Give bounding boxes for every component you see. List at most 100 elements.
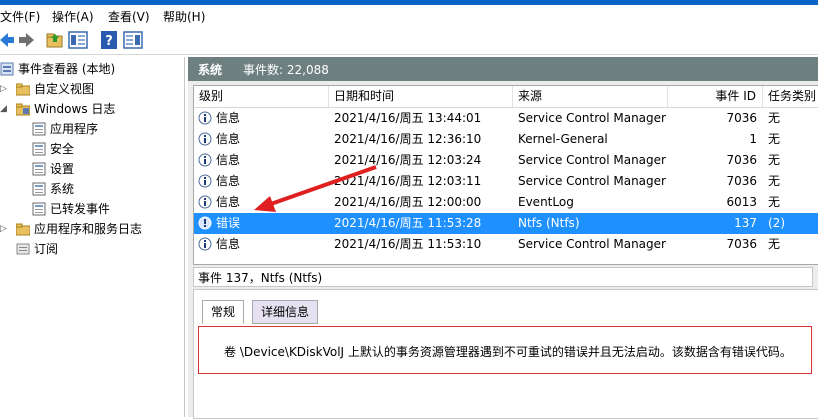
column-event-id[interactable]: 事件 ID [668,86,763,107]
column-task-category[interactable]: 任务类别 [763,86,818,107]
navigation-tree: 事件查看器 (本地) ▷ 自定义视图 ◢ Windows 日志 应用程序 安全 … [0,57,185,417]
tree-item-setup[interactable]: 设置 [32,159,74,179]
log-icon [32,142,46,156]
event-message-box: 卷 \Device\KDiskVolJ 上默认的事务资源管理器遇到不可重试的错误… [198,326,812,374]
back-icon[interactable] [0,30,14,50]
info-icon [198,132,212,146]
log-icon [32,182,46,196]
tab-details[interactable]: 详细信息 [252,300,319,324]
cell-datetime: 2021/4/16/周五 12:00:00 [334,195,482,209]
cell-event-id: 7036 [726,153,757,167]
info-icon [198,237,212,251]
show-action-pane-icon[interactable] [123,30,143,50]
cell-event-id: 7036 [726,111,757,125]
svg-text:?: ? [105,34,113,49]
table-row[interactable]: 信息 2021/4/16/周五 12:00:00 EventLog 6013 无 [194,192,818,213]
table-row[interactable]: 信息 2021/4/16/周五 12:36:10 Kernel-General … [194,129,818,150]
tab-general[interactable]: 常规 [202,300,245,324]
tree-item-label: 应用程序 [50,122,99,136]
expand-arrow-icon[interactable]: ▷ [0,219,7,239]
table-row[interactable]: 信息 2021/4/16/周五 13:44:01 Service Control… [194,108,818,129]
cell-source: Ntfs (Ntfs) [518,216,580,230]
folder-icon [15,102,31,116]
cell-task: 无 [768,153,781,167]
tree-item-label: 安全 [50,142,75,156]
cell-task: 无 [768,174,781,188]
error-icon [198,216,212,230]
menu-bar: 文件(F) 操作(A) 查看(V) 帮助(H) [0,5,818,27]
toolbar: ? [0,27,818,55]
tree-item-label: 自定义视图 [34,82,95,96]
menu-view[interactable]: 查看(V) [108,8,150,25]
event-viewer-icon [0,62,14,76]
tree-item-application[interactable]: 应用程序 [32,119,98,139]
tree-item-label: 应用程序和服务日志 [34,222,143,236]
folder-icon [15,222,31,236]
cell-level: 信息 [216,153,241,167]
event-detail-panel: 常规 详细信息 卷 \Device\KDiskVolJ 上默认的事务资源管理器遇… [193,289,818,419]
tree-item-label: 系统 [50,182,75,196]
table-row[interactable]: 信息 2021/4/16/周五 11:53:10 Service Control… [194,234,818,255]
up-folder-icon[interactable] [46,30,64,50]
column-datetime[interactable]: 日期和时间 [329,86,513,107]
tree-root[interactable]: 事件查看器 (本地) [0,59,115,79]
log-icon [32,202,46,216]
log-icon [32,122,46,136]
forward-icon[interactable] [18,30,34,50]
column-source[interactable]: 来源 [513,86,668,107]
cell-event-id: 1 [749,132,757,146]
cell-task: 无 [768,237,781,251]
tree-item-app-service-logs[interactable]: ▷ 应用程序和服务日志 [0,219,143,239]
cell-source: EventLog [518,195,574,209]
subscription-icon [16,242,30,256]
menu-file[interactable]: 文件(F) [0,8,40,25]
help-icon[interactable]: ? [100,30,118,50]
cell-datetime: 2021/4/16/周五 11:53:28 [334,216,482,230]
cell-datetime: 2021/4/16/周五 13:44:01 [334,111,482,125]
cell-datetime: 2021/4/16/周五 11:53:10 [334,237,482,251]
table-row[interactable]: 信息 2021/4/16/周五 12:03:24 Service Control… [194,150,818,171]
cell-level: 信息 [216,237,241,251]
info-icon [198,111,212,125]
tree-item-system[interactable]: 系统 [32,179,74,199]
menu-action[interactable]: 操作(A) [52,8,94,25]
cell-source: Kernel-General [518,132,608,146]
cell-event-id: 7036 [726,174,757,188]
cell-datetime: 2021/4/16/周五 12:03:11 [334,174,482,188]
event-list[interactable]: 级别 日期和时间 来源 事件 ID 任务类别 信息 2021/4/16/周五 1… [193,85,818,265]
column-level[interactable]: 级别 [194,86,329,107]
cell-level: 信息 [216,111,241,125]
log-icon [32,162,46,176]
tree-item-custom-views[interactable]: ▷ 自定义视图 [0,79,95,99]
cell-source: Service Control Manager [518,174,666,188]
event-message: 卷 \Device\KDiskVolJ 上默认的事务资源管理器遇到不可重试的错误… [224,345,792,359]
table-row[interactable]: 信息 2021/4/16/周五 12:03:11 Service Control… [194,171,818,192]
show-hide-tree-icon[interactable] [68,30,88,50]
cell-task: 无 [768,132,781,146]
expand-arrow-icon[interactable]: ▷ [0,79,7,99]
cell-event-id: 7036 [726,237,757,251]
tree-item-windows-logs[interactable]: ◢ Windows 日志 [0,99,115,119]
menu-help[interactable]: 帮助(H) [163,8,205,25]
tree-item-label: 订阅 [34,242,59,256]
tree-item-subscriptions[interactable]: 订阅 [16,239,58,259]
tree-item-label: 设置 [50,162,75,176]
cell-task: 无 [768,195,781,209]
cell-task: 无 [768,111,781,125]
cell-task: (2) [768,216,785,230]
pane-header: 系统 事件数: 22,088 [188,57,818,81]
table-row-selected[interactable]: 错误 2021/4/16/周五 11:53:28 Ntfs (Ntfs) 137… [194,213,818,234]
cell-datetime: 2021/4/16/周五 12:36:10 [334,132,482,146]
tree-root-label: 事件查看器 (本地) [18,62,116,76]
event-count: 事件数: 22,088 [243,63,329,77]
cell-datetime: 2021/4/16/周五 12:03:24 [334,153,482,167]
info-icon [198,153,212,167]
cell-event-id: 137 [734,216,757,230]
cell-level: 错误 [216,216,241,230]
content-pane: 系统 事件数: 22,088 级别 日期和时间 来源 事件 ID 任务类别 信息… [188,57,818,419]
collapse-arrow-icon[interactable]: ◢ [0,99,7,119]
cell-source: Service Control Manager [518,153,666,167]
tree-item-security[interactable]: 安全 [32,139,74,159]
tree-item-forwarded-events[interactable]: 已转发事件 [32,199,110,219]
info-icon [198,174,212,188]
